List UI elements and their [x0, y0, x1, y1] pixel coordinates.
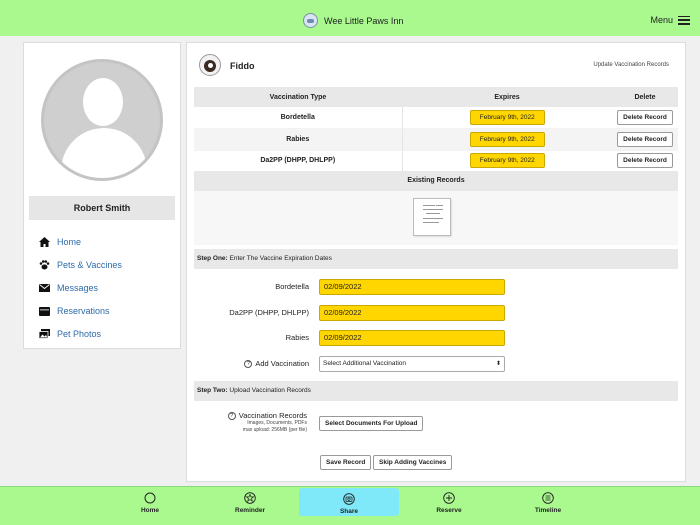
profile-sidebar: Robert Smith Home Pets & Vaccines Messag… — [23, 42, 181, 349]
document-thumbnail[interactable] — [413, 198, 451, 236]
vaccine-type-cell: Bordetella — [194, 107, 403, 129]
brand: Wee Little Paws Inn — [303, 13, 403, 28]
top-bar: Wee Little Paws Inn Menu — [0, 0, 700, 36]
brand-logo-icon — [303, 13, 318, 28]
camera-icon — [343, 493, 355, 505]
hamburger-icon — [678, 15, 690, 25]
step-one-subtitle: Enter The Vaccine Expiration Dates — [229, 255, 332, 262]
table-row: Bordetella February 9th, 2022 Delete Rec… — [194, 107, 678, 129]
vaccination-table: Vaccination Type Expires Delete Bordetel… — [194, 87, 678, 172]
sidebar-item-pet-photos[interactable]: Pet Photos — [38, 322, 122, 345]
bordetella-date-input[interactable]: 02/09/2022 — [319, 279, 505, 295]
select-arrows-icon: ⬍ — [495, 361, 501, 367]
field-label: Bordetella — [275, 282, 309, 291]
sidebar-nav: Home Pets & Vaccines Messages Reservatio… — [38, 231, 122, 345]
sidebar-item-home[interactable]: Home — [38, 231, 122, 254]
menu-button[interactable]: Menu — [650, 15, 690, 25]
rabies-row: Rabies 02/09/2022 — [187, 330, 687, 346]
field-label: Da2PP (DHPP, DHLPP) — [229, 308, 309, 317]
add-vaccination-label-wrap: ? Add Vaccination — [244, 359, 309, 369]
existing-records-header: Existing Records — [194, 171, 678, 191]
pet-avatar — [199, 54, 221, 76]
tab-share[interactable]: Share — [299, 488, 399, 516]
vaccination-panel: Fiddo Update Vaccination Records Vaccina… — [186, 42, 686, 482]
step-one-header: Step One: Enter The Vaccine Expiration D… — [194, 249, 678, 269]
avatar-body-shape — [61, 128, 147, 178]
tab-label: Timeline — [534, 507, 562, 514]
bottom-tab-bar: Home Reminder Share Reserve Timeline — [0, 486, 700, 525]
tab-label: Reminder — [235, 507, 265, 514]
save-record-button[interactable]: Save Record — [320, 455, 372, 470]
existing-records-area — [194, 191, 678, 245]
sidebar-item-label: Home — [57, 237, 82, 248]
tab-label: Reserve — [436, 507, 462, 514]
additional-vaccination-select[interactable]: Select Additional Vaccination ⬍ — [319, 356, 505, 372]
column-header-delete: Delete — [612, 87, 678, 107]
tab-label: Home — [140, 507, 160, 514]
column-header-expires: Expires — [402, 87, 612, 107]
delete-record-button[interactable]: Delete Record — [617, 131, 673, 147]
sidebar-item-messages[interactable]: Messages — [38, 277, 122, 300]
tab-timeline[interactable]: Timeline — [498, 487, 598, 525]
select-value: Select Additional Vaccination — [323, 360, 406, 367]
add-vaccination-row: ? Add Vaccination Select Additional Vacci… — [187, 356, 687, 372]
sidebar-item-pets-vaccines[interactable]: Pets & Vaccines — [38, 254, 122, 277]
star-icon — [244, 492, 256, 504]
sidebar-item-label: Messages — [57, 282, 99, 293]
column-header-type: Vaccination Type — [194, 87, 402, 107]
field-label: Rabies — [285, 333, 309, 342]
rabies-date-input[interactable]: 02/09/2022 — [319, 330, 505, 346]
update-vaccination-records-link[interactable]: Update Vaccination Records — [593, 62, 669, 68]
app-title: Wee Little Paws Inn — [324, 15, 404, 26]
step-two-header: Step Two: Upload Vaccination Records — [194, 381, 678, 401]
delete-record-button[interactable]: Delete Record — [617, 153, 673, 169]
table-row: Da2PP (DHPP, DHLPP) February 9th, 2022 D… — [194, 150, 678, 172]
upload-limit: max upload: 256MB (per file) — [242, 427, 307, 434]
menu-label: Menu — [650, 15, 673, 25]
expiry-date-badge: February 9th, 2022 — [469, 153, 545, 169]
sidebar-item-label: Reservations — [57, 305, 110, 316]
envelope-icon — [38, 283, 50, 293]
user-name: Robert Smith — [29, 196, 175, 220]
table-row: Rabies February 9th, 2022 Delete Record — [194, 128, 678, 151]
da2pp-row: Da2PP (DHPP, DHLPP) 02/09/2022 — [187, 305, 687, 321]
step-two-subtitle: Upload Vaccination Records — [229, 387, 311, 394]
vaccine-type-cell: Da2PP (DHPP, DHLPP) — [194, 150, 403, 172]
upload-types: Images, Documents, PDFs — [247, 420, 307, 427]
upload-label-text: Vaccination Records — [238, 411, 307, 420]
vaccine-type-cell: Rabies — [194, 128, 403, 151]
sidebar-item-label: Pets & Vaccines — [57, 260, 122, 271]
pet-name: Fiddo — [230, 61, 255, 71]
help-icon[interactable]: ? — [227, 412, 236, 421]
da2pp-date-input[interactable]: 02/09/2022 — [319, 305, 505, 321]
help-icon[interactable]: ? — [244, 360, 253, 369]
expiry-date-badge: February 9th, 2022 — [469, 131, 545, 147]
photo-icon — [38, 328, 50, 339]
upload-label: ? Vaccination Records Images, Documents, … — [227, 411, 307, 434]
user-avatar — [41, 59, 163, 181]
skip-adding-vaccines-button[interactable]: Skip Adding Vaccines — [373, 455, 453, 470]
step-two-title: Step Two: — [197, 387, 228, 394]
expiry-date-badge: February 9th, 2022 — [469, 110, 545, 125]
sidebar-item-reservations[interactable]: Reservations — [38, 299, 122, 322]
add-vaccination-label: Add Vaccination — [255, 359, 309, 368]
sidebar-item-label: Pet Photos — [57, 328, 102, 339]
home-icon — [38, 237, 50, 248]
step-one-title: Step One: — [197, 255, 228, 262]
paw-icon — [38, 260, 50, 270]
select-documents-button[interactable]: Select Documents For Upload — [319, 416, 424, 431]
plus-circle-icon — [443, 492, 455, 504]
circle-icon — [144, 492, 156, 504]
tab-reserve[interactable]: Reserve — [399, 487, 499, 525]
delete-record-button[interactable]: Delete Record — [617, 110, 673, 125]
calendar-icon — [38, 306, 50, 316]
timeline-icon — [542, 492, 554, 504]
tab-label: Share — [339, 508, 359, 515]
bordetella-row: Bordetella 02/09/2022 — [187, 279, 687, 295]
tab-home[interactable]: Home — [100, 487, 200, 525]
avatar-head-shape — [83, 78, 123, 126]
tab-reminder[interactable]: Reminder — [200, 487, 300, 525]
